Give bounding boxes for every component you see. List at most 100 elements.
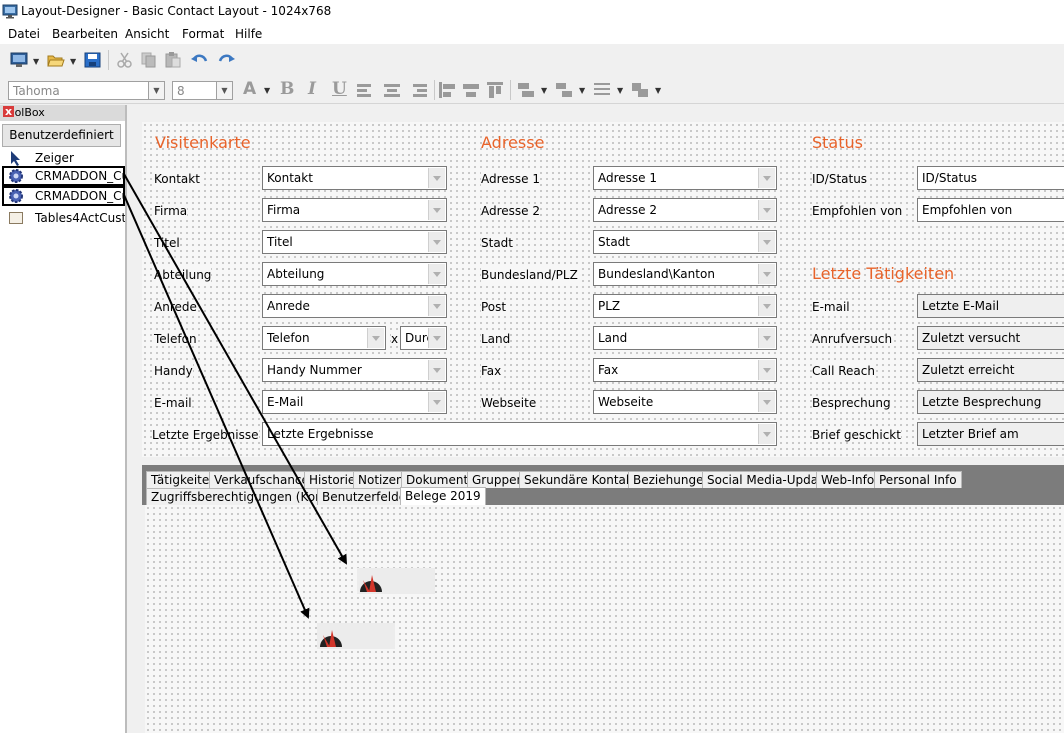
chevron-down-icon[interactable]: ▼ [655, 86, 661, 95]
toolbar-separator [108, 50, 109, 70]
toolbox-item-pointer[interactable]: Zeiger [2, 148, 125, 168]
toolbox-item-crmaddon-1[interactable]: CRMADDON_Cu [2, 166, 125, 186]
field-zuletzt-versucht[interactable]: Zuletzt versucht [917, 326, 1064, 350]
monitor-icon[interactable] [10, 52, 28, 70]
field-kontakt[interactable]: Kontakt [262, 166, 447, 190]
menu-bearbeiten[interactable]: Bearbeiten [52, 27, 118, 41]
field-letzter-brief[interactable]: Letzter Brief am [917, 422, 1064, 446]
field-bundesland[interactable]: Bundesland\Kanton [593, 262, 777, 286]
chevron-down-icon[interactable]: ▼ [216, 82, 232, 99]
italic-icon[interactable]: I [308, 79, 316, 99]
tab-web-info[interactable]: Web-Info [816, 471, 880, 488]
redo-icon[interactable] [217, 52, 235, 70]
align-objects-center-icon[interactable] [463, 82, 481, 100]
align-left-icon[interactable] [357, 82, 375, 100]
chevron-down-icon[interactable] [428, 328, 445, 348]
paste-icon[interactable] [164, 52, 182, 70]
field-anrede[interactable]: Anrede [262, 294, 447, 318]
toolbox-item-tables4act[interactable]: Tables4ActCusto [2, 208, 125, 228]
field-fax[interactable]: Fax [593, 358, 777, 382]
copy-icon[interactable] [140, 52, 158, 70]
underline-icon[interactable]: U [332, 79, 347, 99]
tab-historie[interactable]: Historie [304, 471, 361, 488]
field-land[interactable]: Land [593, 326, 777, 350]
chevron-down-icon[interactable]: ▼ [617, 86, 623, 95]
menu-format[interactable]: Format [182, 27, 224, 41]
undo-icon[interactable] [191, 52, 209, 70]
line-spacing-icon[interactable] [594, 82, 612, 100]
field-label: Titel [154, 236, 180, 250]
chevron-down-icon[interactable]: ▼ [70, 57, 76, 66]
align-objects-top-icon[interactable] [487, 82, 505, 100]
field-telefon-extension[interactable]: Durc [400, 326, 447, 350]
tab-belege-2019[interactable]: Belege 2019 [400, 487, 486, 505]
tab-personal-info[interactable]: Personal Info [874, 471, 962, 488]
chevron-down-icon[interactable] [758, 200, 775, 220]
font-family-select[interactable]: Tahoma ▼ [8, 81, 165, 100]
chevron-down-icon[interactable] [758, 424, 775, 444]
chevron-down-icon[interactable]: ▼ [148, 82, 164, 99]
save-icon[interactable] [84, 52, 102, 70]
crmaddon-control-2[interactable] [317, 623, 395, 649]
bold-icon[interactable]: B [280, 79, 294, 99]
toolbox-header: ToolBox x [0, 105, 125, 121]
folder-open-icon[interactable] [47, 52, 65, 70]
chevron-down-icon[interactable] [428, 360, 445, 380]
chevron-down-icon[interactable]: ▼ [33, 57, 39, 66]
chevron-down-icon[interactable] [428, 264, 445, 284]
crmaddon-control-1[interactable] [357, 568, 435, 594]
field-handy[interactable]: Handy Nummer [262, 358, 447, 382]
menu-hilfe[interactable]: Hilfe [235, 27, 262, 41]
align-center-icon[interactable] [384, 82, 402, 100]
field-email[interactable]: E-Mail [262, 390, 447, 414]
close-icon[interactable]: x [3, 106, 14, 117]
toolbox-item-crmaddon-2[interactable]: CRMADDON_Cu [2, 186, 125, 206]
chevron-down-icon[interactable] [758, 296, 775, 316]
menu-datei[interactable]: Datei [8, 27, 40, 41]
field-label: Anrufversuch [812, 332, 893, 346]
chevron-down-icon[interactable] [428, 392, 445, 412]
font-size-value: 8 [177, 84, 185, 98]
chevron-down-icon[interactable]: ▼ [541, 86, 547, 95]
field-stadt[interactable]: Stadt [593, 230, 777, 254]
chevron-down-icon[interactable]: ▼ [264, 86, 270, 95]
spacing-icon[interactable] [556, 82, 574, 100]
field-telefon[interactable]: Telefon [262, 326, 386, 350]
field-adresse-1[interactable]: Adresse 1 [593, 166, 777, 190]
order-icon[interactable] [632, 82, 650, 100]
chevron-down-icon[interactable] [758, 328, 775, 348]
chevron-down-icon[interactable] [758, 360, 775, 380]
field-letzte-ergebnisse[interactable]: Letzte Ergebnisse [262, 422, 777, 446]
field-firma[interactable]: Firma [262, 198, 447, 222]
gear-icon [8, 168, 24, 184]
field-empfohlen-von[interactable]: Empfohlen von [917, 198, 1064, 222]
align-right-icon[interactable] [411, 82, 429, 100]
chevron-down-icon[interactable] [758, 232, 775, 252]
align-objects-left-icon[interactable] [439, 82, 457, 100]
chevron-down-icon[interactable] [758, 264, 775, 284]
chevron-down-icon[interactable] [758, 392, 775, 412]
field-zuletzt-erreicht[interactable]: Zuletzt erreicht [917, 358, 1064, 382]
chevron-down-icon[interactable] [428, 200, 445, 220]
size-icon[interactable] [518, 82, 536, 100]
field-letzte-besprechung[interactable]: Letzte Besprechung [917, 390, 1064, 414]
field-titel[interactable]: Titel [262, 230, 447, 254]
field-letzte-email[interactable]: Letzte E-Mail [917, 294, 1064, 318]
chevron-down-icon[interactable] [367, 328, 384, 348]
field-value: Adresse 2 [598, 203, 658, 217]
custom-tools-button[interactable]: Benutzerdefiniert [2, 124, 121, 147]
field-adresse-2[interactable]: Adresse 2 [593, 198, 777, 222]
field-webseite[interactable]: Webseite [593, 390, 777, 414]
field-abteilung[interactable]: Abteilung [262, 262, 447, 286]
chevron-down-icon[interactable] [428, 168, 445, 188]
field-plz[interactable]: PLZ [593, 294, 777, 318]
font-size-select[interactable]: 8 ▼ [172, 81, 233, 100]
chevron-down-icon[interactable] [428, 296, 445, 316]
field-id-status[interactable]: ID/Status [917, 166, 1064, 190]
chevron-down-icon[interactable]: ▼ [579, 86, 585, 95]
chevron-down-icon[interactable] [428, 232, 445, 252]
cut-icon[interactable] [116, 52, 134, 70]
menu-ansicht[interactable]: Ansicht [125, 27, 169, 41]
chevron-down-icon[interactable] [758, 168, 775, 188]
font-color-icon[interactable]: A [243, 79, 256, 99]
